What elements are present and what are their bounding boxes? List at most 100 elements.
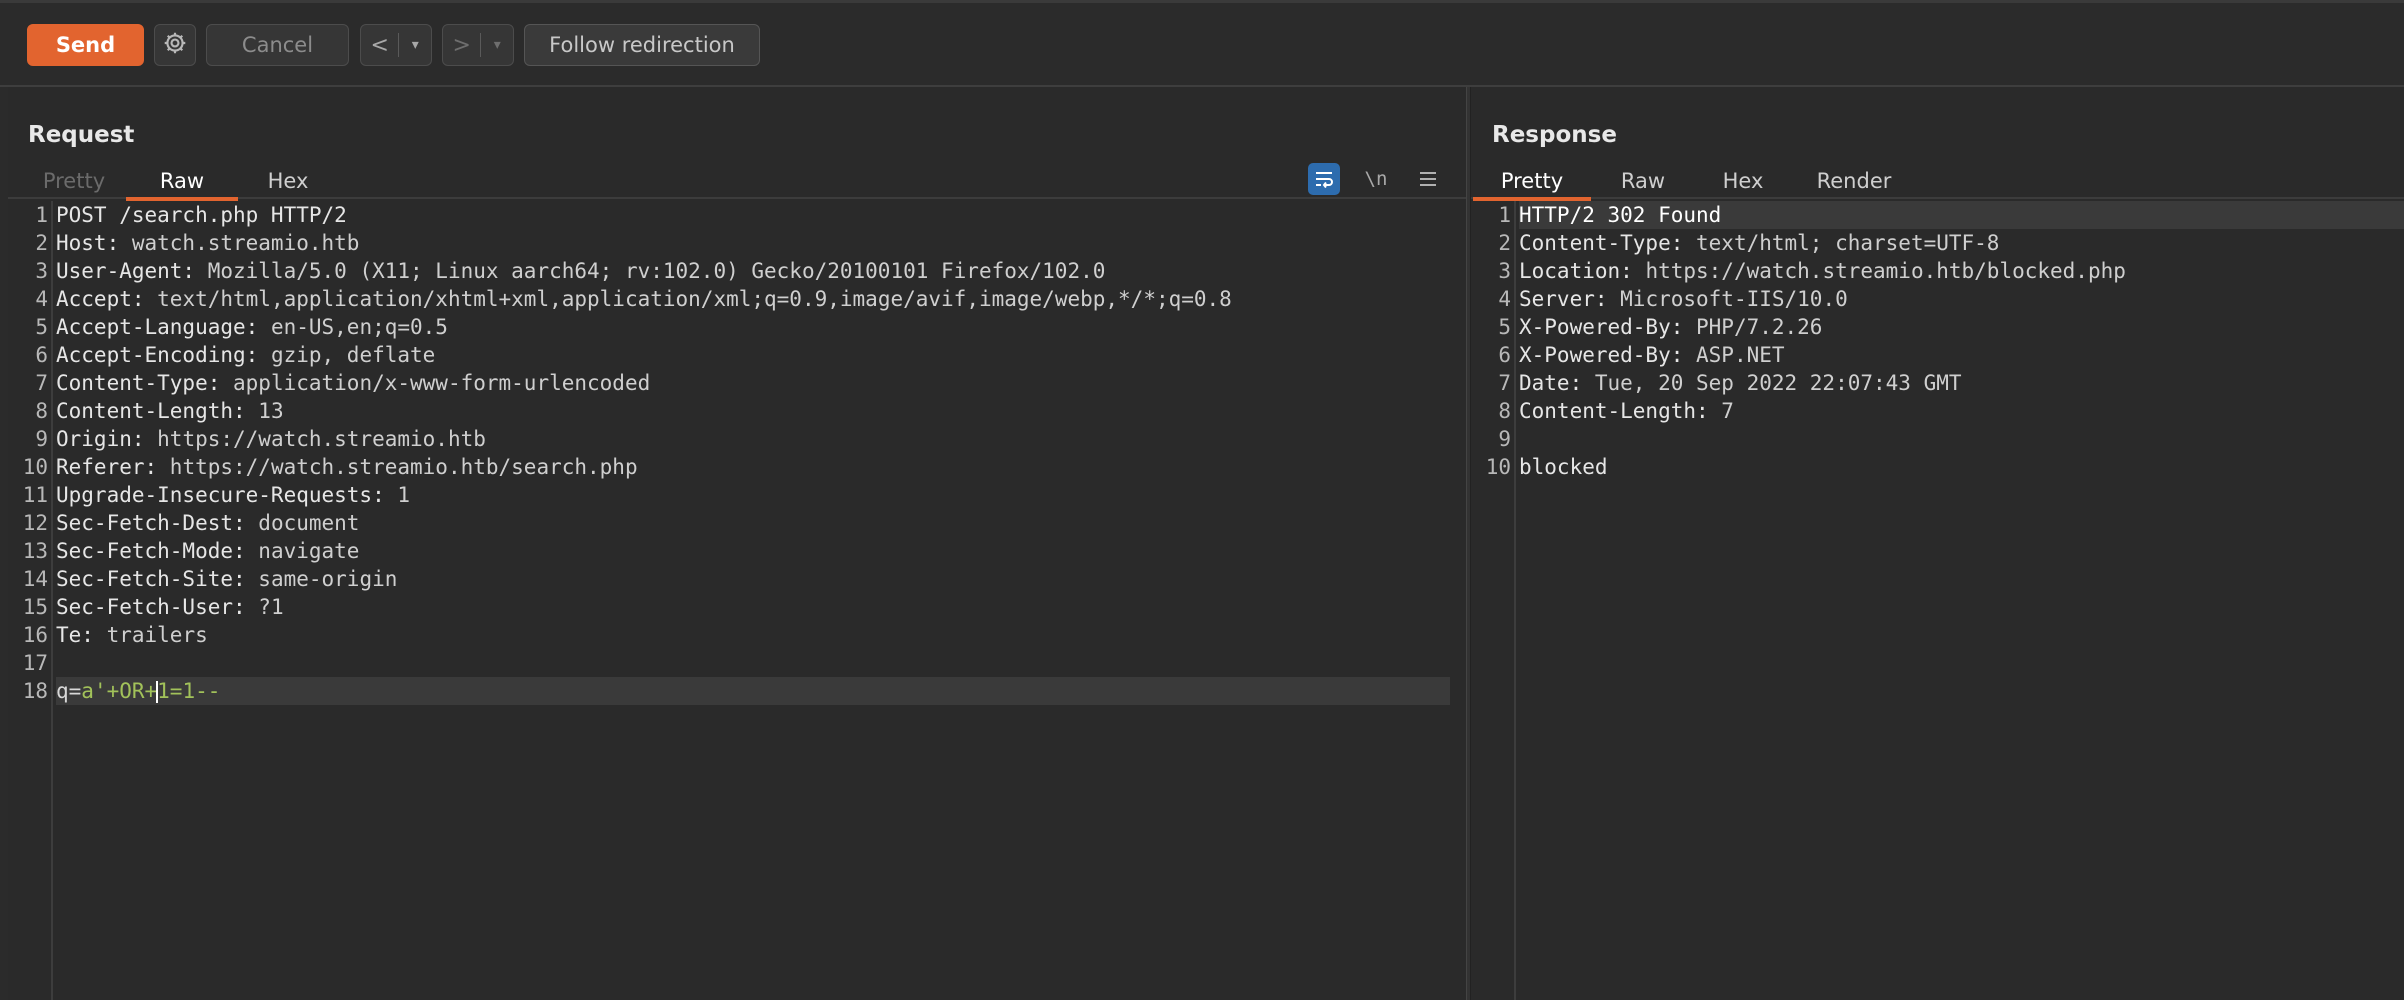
forward-button[interactable]: > ▾ [442, 24, 514, 66]
line-number: 15 [22, 595, 48, 619]
line-content: Content-Type: text/html; charset=UTF-8 [1519, 229, 2388, 257]
header-name: Accept-Encoding: [56, 343, 259, 367]
editor-line: 17 [8, 649, 1450, 677]
header-value: https://watch.streamio.htb/blocked.php [1632, 259, 2126, 283]
forward-arrow-icon: > [452, 32, 471, 58]
request-body-line[interactable]: 18 q=a'+OR+1=1-- [8, 677, 1450, 705]
line-content: Host: watch.streamio.htb [56, 229, 1450, 257]
request-editor-icons: \n [1308, 163, 1444, 195]
line-number: 3 [35, 259, 48, 283]
menu-icon[interactable] [1412, 163, 1444, 195]
line-number: 9 [35, 427, 48, 451]
line-number: 12 [22, 511, 48, 535]
tab-raw[interactable]: Raw [126, 163, 238, 201]
tab-hex[interactable]: Hex [238, 163, 338, 199]
header-name: Content-Length: [1519, 399, 1709, 423]
header-name: Content-Type: [1519, 231, 1684, 255]
status-line: HTTP/2 302 Found [1519, 203, 1722, 227]
gear-icon [162, 30, 188, 61]
line-number: 13 [22, 539, 48, 563]
tab-pretty[interactable]: Pretty [20, 163, 128, 199]
line-content[interactable]: q=a'+OR+1=1-- [56, 677, 1450, 705]
header-name: Host: [56, 231, 120, 255]
line-content: User-Agent: Mozilla/5.0 (X11; Linux aarc… [56, 257, 1450, 285]
line-number: 2 [1498, 231, 1511, 255]
line-content: Sec-Fetch-Mode: navigate [56, 537, 1450, 565]
header-value: application/x-www-form-urlencoded [220, 371, 651, 395]
header-name: Content-Length: [56, 399, 246, 423]
line-content: Content-Length: 13 [56, 397, 1450, 425]
editor-line: 13 Sec-Fetch-Mode: navigate [8, 537, 1450, 565]
back-button[interactable]: < ▾ [360, 24, 432, 66]
response-editor[interactable]: 1 HTTP/2 302 Found 2 Content-Type: text/ht… [1471, 201, 2404, 1000]
editor-line: 14 Sec-Fetch-Site: same-origin [8, 565, 1450, 593]
header-value: 13 [245, 399, 284, 423]
line-number: 1 [1498, 203, 1511, 227]
header-value: text/html,application/xhtml+xml,applicat… [144, 287, 1232, 311]
response-panel: Response Pretty Raw Hex Render 1 HTTP/2 3… [1471, 87, 2404, 1000]
param-value: 1=1-- [157, 679, 221, 703]
line-number: 6 [35, 343, 48, 367]
header-name: Sec-Fetch-Mode: [56, 539, 246, 563]
line-content: Origin: https://watch.streamio.htb [56, 425, 1450, 453]
line-content: Sec-Fetch-User: ?1 [56, 593, 1450, 621]
line-content: Accept-Language: en-US,en;q=0.5 [56, 313, 1450, 341]
header-name: Accept: [56, 287, 145, 311]
editor-line: 10 blocked [1471, 453, 2388, 481]
header-name: Te: [56, 623, 94, 647]
tab-raw[interactable]: Raw [1591, 163, 1695, 199]
follow-redirection-button[interactable]: Follow redirection [524, 24, 760, 66]
line-number: 3 [1498, 259, 1511, 283]
tab-pretty[interactable]: Pretty [1473, 163, 1591, 201]
line-content: Accept-Encoding: gzip, deflate [56, 341, 1450, 369]
line-content: Date: Tue, 20 Sep 2022 22:07:43 GMT [1519, 369, 2388, 397]
line-number: 2 [35, 231, 48, 255]
editor-line: 5 X-Powered-By: PHP/7.2.26 [1471, 313, 2388, 341]
header-name: X-Powered-By: [1519, 343, 1684, 367]
line-number: 17 [22, 651, 48, 675]
line-number: 5 [1498, 315, 1511, 339]
settings-button[interactable] [154, 24, 196, 66]
line-content: Upgrade-Insecure-Requests: 1 [56, 481, 1450, 509]
request-editor[interactable]: 1 POST /search.php HTTP/2 2 Host: watch.st… [8, 201, 1466, 1000]
line-content: Server: Microsoft-IIS/10.0 [1519, 285, 2388, 313]
header-name: Date: [1519, 371, 1583, 395]
header-value: 7 [1708, 399, 1734, 423]
header-value: Mozilla/5.0 (X11; Linux aarch64; rv:102.… [195, 259, 1106, 283]
send-button[interactable]: Send [27, 24, 144, 66]
line-content: Sec-Fetch-Site: same-origin [56, 565, 1450, 593]
header-value: document [245, 511, 360, 535]
line-content: blocked [1519, 453, 2388, 481]
cancel-button[interactable]: Cancel [206, 24, 349, 66]
editor-line: 16 Te: trailers [8, 621, 1450, 649]
header-value: https://watch.streamio.htb/search.php [157, 455, 638, 479]
editor-line: 1 POST /search.php HTTP/2 [8, 201, 1450, 229]
editor-line: 2 Content-Type: text/html; charset=UTF-8 [1471, 229, 2388, 257]
editor-line: 12 Sec-Fetch-Dest: document [8, 509, 1450, 537]
toolbar: Send Cancel < ▾ > ▾ Follow redirection [0, 0, 2404, 87]
header-name: User-Agent: [56, 259, 196, 283]
tab-hex[interactable]: Hex [1695, 163, 1791, 199]
editor-line: 3 Location: https://watch.streamio.htb/bl… [1471, 257, 2388, 285]
editor-line: 10 Referer: https://watch.streamio.htb/se… [8, 453, 1450, 481]
editor-line: 9 [1471, 425, 2388, 453]
header-value: text/html; charset=UTF-8 [1683, 231, 2000, 255]
chevron-down-icon[interactable]: ▾ [399, 37, 431, 53]
line-content: Sec-Fetch-Dest: document [56, 509, 1450, 537]
line-content: POST /search.php HTTP/2 [56, 201, 1450, 229]
left-edge [0, 87, 8, 1000]
line-content [56, 649, 1450, 677]
request-title: Request [28, 122, 135, 148]
header-name: Sec-Fetch-Site: [56, 567, 246, 591]
newline-icon[interactable]: \n [1360, 163, 1392, 195]
chevron-down-icon[interactable]: ▾ [481, 37, 513, 53]
request-panel: Request Pretty Raw Hex \n 1 POST /search.… [8, 87, 1466, 1000]
editor-line: 4 Server: Microsoft-IIS/10.0 [1471, 285, 2388, 313]
tab-render[interactable]: Render [1791, 163, 1917, 199]
wrap-lines-icon[interactable] [1308, 163, 1340, 195]
header-value: navigate [245, 539, 360, 563]
line-number: 1 [35, 203, 48, 227]
editor-line: 3 User-Agent: Mozilla/5.0 (X11; Linux aar… [8, 257, 1450, 285]
header-name: Server: [1519, 287, 1608, 311]
editor-line: 15 Sec-Fetch-User: ?1 [8, 593, 1450, 621]
